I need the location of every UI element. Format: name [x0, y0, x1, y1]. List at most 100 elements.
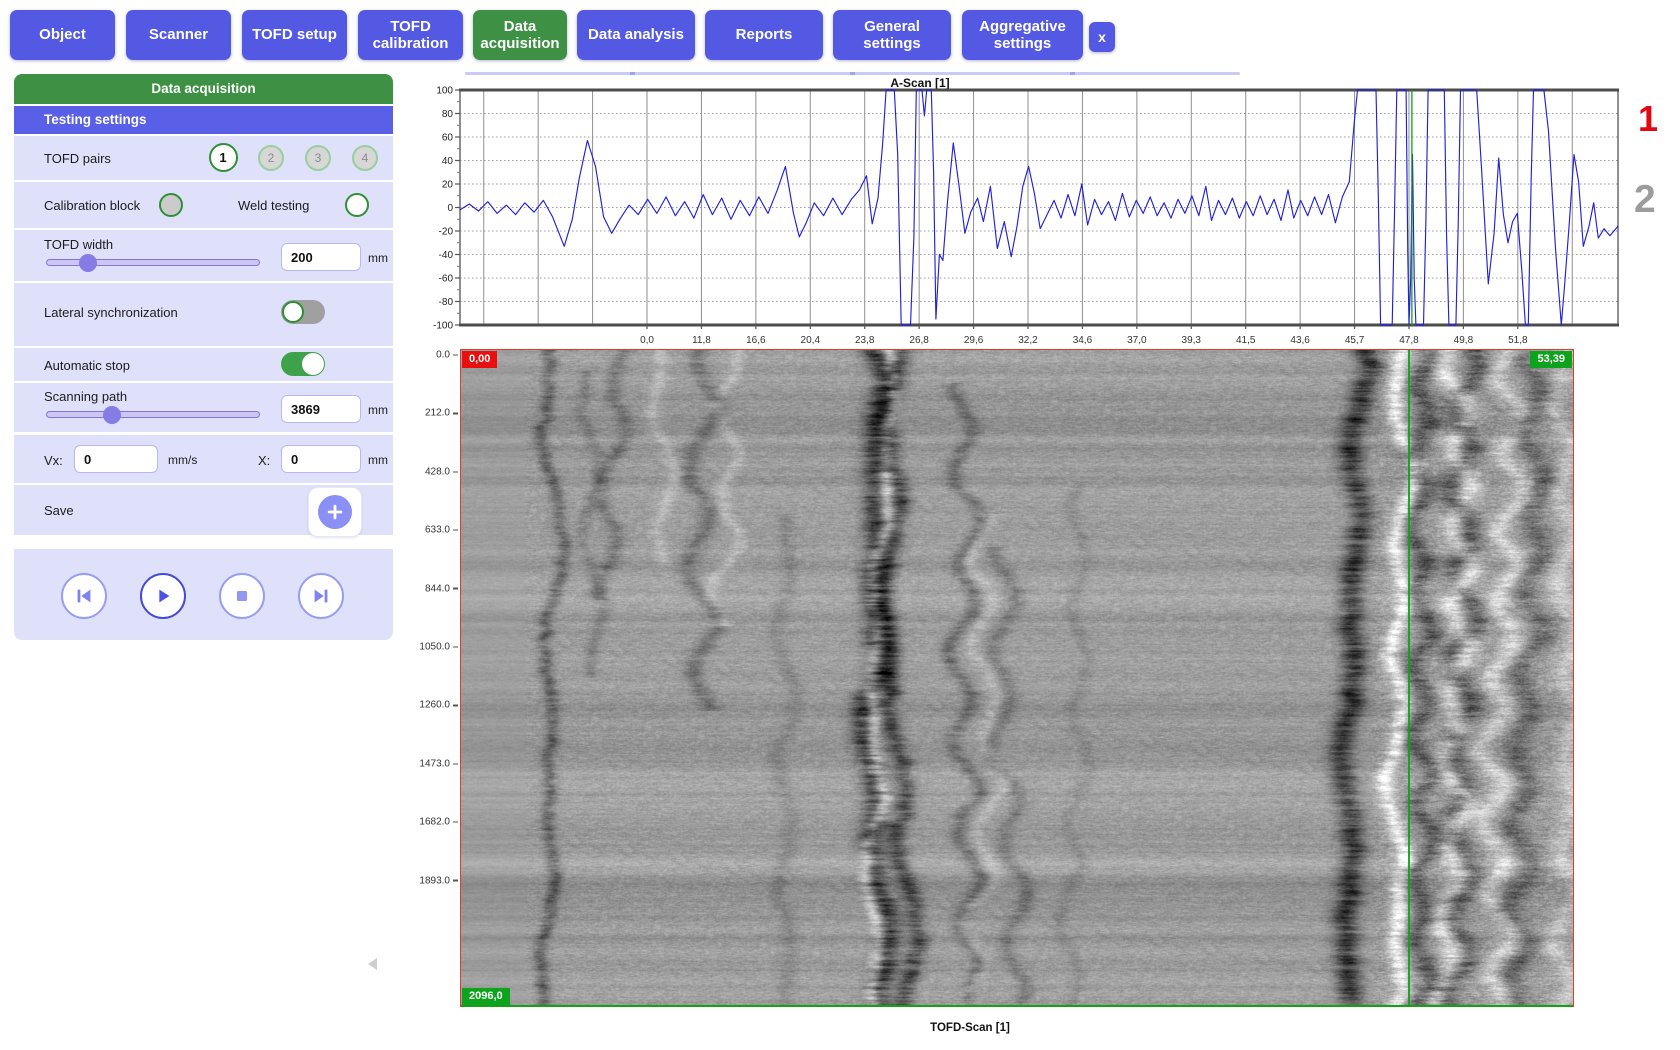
x-label: X: [258, 453, 270, 468]
x-input[interactable] [281, 445, 361, 473]
svg-text:26,8: 26,8 [909, 335, 929, 346]
svg-text:11,8: 11,8 [692, 335, 711, 346]
nav-tab-data-acquisition[interactable]: Data acquisition [473, 10, 567, 60]
svg-text:43,6: 43,6 [1290, 335, 1310, 346]
lateral-sync-label: Lateral synchronization [44, 305, 178, 320]
weld-testing-radio[interactable] [345, 193, 369, 217]
skip-to-start-button[interactable] [61, 573, 107, 619]
weld-testing-label: Weld testing [238, 198, 309, 213]
tofd-pairs-label: TOFD pairs [44, 151, 111, 166]
tofd-scan-image[interactable]: 0,00 53,39 2096,0 [460, 349, 1574, 1007]
svg-text:39,3: 39,3 [1182, 335, 1202, 346]
save-label: Save [44, 503, 74, 518]
scan-cursor-line[interactable] [1408, 350, 1410, 1006]
splitter-dot [630, 72, 635, 75]
add-save-button[interactable] [308, 487, 362, 537]
svg-text:41,5: 41,5 [1236, 335, 1256, 346]
svg-text:60: 60 [442, 133, 454, 144]
plus-icon [318, 495, 352, 529]
tofd-y-tick: 1473.0 [419, 758, 458, 769]
nav-tab-reports[interactable]: Reports [705, 10, 823, 60]
calibration-block-label: Calibration block [44, 198, 140, 213]
svg-text:0: 0 [447, 203, 453, 214]
svg-text:34,6: 34,6 [1073, 335, 1093, 346]
tofd-y-tick: 1260.0 [419, 700, 458, 711]
app-window: ObjectScannerTOFD setupTOFD calibrationD… [0, 0, 1680, 1050]
splitter-dot [1070, 72, 1075, 75]
tofd-y-tick: 0.0 [436, 350, 458, 361]
nav-tab-scanner[interactable]: Scanner [126, 10, 231, 60]
scanning-path-label: Scanning path [44, 389, 127, 404]
scan-origin-badge: 0,00 [462, 351, 497, 368]
skip-to-end-button[interactable] [298, 573, 344, 619]
svg-text:20: 20 [442, 180, 454, 191]
stop-icon [231, 585, 253, 607]
nav-tab-aggregative-settings[interactable]: Aggregative settings [962, 10, 1083, 60]
tofd-pair-2-button[interactable]: 2 [258, 145, 284, 171]
scan-max-x-badge: 53,39 [1530, 351, 1572, 368]
tofd-pairs-selector: 1234 [205, 142, 385, 174]
stop-button[interactable] [219, 573, 265, 619]
tofd-y-tick: 633.0 [425, 525, 458, 536]
tofd-y-tick: 428.0 [425, 466, 458, 477]
svg-text:-80: -80 [439, 297, 454, 308]
scanning-path-unit: mm [368, 403, 388, 417]
automatic-stop-toggle[interactable] [281, 352, 325, 376]
tofd-y-tick: 212.0 [425, 408, 458, 419]
sidebar-section-testing-settings: Testing settings [14, 106, 393, 134]
svg-text:16,6: 16,6 [746, 335, 766, 346]
svg-text:-20: -20 [439, 227, 454, 238]
tofd-y-tick: 1682.0 [419, 817, 458, 828]
close-button[interactable]: x [1089, 22, 1115, 52]
ascan-plot[interactable]: 100806040200-20-40-60-80-1000,011,816,62… [420, 80, 1635, 365]
scan-bottom-border [461, 1005, 1573, 1008]
tofd-scan-y-axis: 0.0212.0428.0633.0844.01050.01260.01473.… [396, 349, 458, 1009]
scroll-corner-arrow [368, 958, 377, 970]
tofd-width-label: TOFD width [44, 237, 113, 252]
svg-text:-60: -60 [439, 274, 454, 285]
vx-label: Vx: [44, 453, 63, 468]
svg-text:-40: -40 [439, 250, 454, 261]
scanning-path-slider[interactable] [46, 411, 260, 418]
calibration-block-radio[interactable] [159, 193, 183, 217]
toggle-knob [282, 301, 304, 323]
tofd-width-unit: mm [368, 251, 388, 265]
play-button[interactable] [140, 573, 186, 619]
nav-tab-general-settings[interactable]: General settings [833, 10, 951, 60]
tofd-y-tick: 1893.0 [419, 875, 458, 886]
pair-marker-2[interactable]: 2 [1634, 178, 1656, 222]
nav-tab-data-analysis[interactable]: Data analysis [577, 10, 695, 60]
skip-forward-icon [310, 585, 332, 607]
scanning-path-slider-thumb[interactable] [103, 406, 121, 424]
lateral-sync-toggle[interactable] [281, 300, 325, 324]
svg-text:47,8: 47,8 [1399, 335, 1419, 346]
nav-tab-tofd-setup[interactable]: TOFD setup [242, 10, 347, 60]
svg-text:40: 40 [442, 156, 454, 167]
skip-back-icon [73, 585, 95, 607]
vx-unit: mm/s [168, 453, 197, 467]
tofd-width-input[interactable] [281, 243, 361, 271]
svg-text:32,2: 32,2 [1018, 335, 1038, 346]
nav-tab-tofd-calibration[interactable]: TOFD calibration [358, 10, 463, 60]
svg-text:20,4: 20,4 [801, 335, 821, 346]
tofd-pair-1-button[interactable]: 1 [209, 143, 238, 172]
tofd-pair-3-button[interactable]: 3 [305, 145, 331, 171]
toggle-knob [302, 353, 324, 375]
sidebar-panel-title: Data acquisition [14, 74, 393, 104]
splitter-dot [850, 72, 855, 75]
tofd-width-slider[interactable] [46, 259, 260, 266]
svg-text:100: 100 [436, 86, 453, 97]
nav-tab-object[interactable]: Object [10, 10, 115, 60]
svg-text:37,0: 37,0 [1127, 335, 1147, 346]
tofd-pair-4-button[interactable]: 4 [352, 145, 378, 171]
play-icon [152, 585, 174, 607]
automatic-stop-label: Automatic stop [44, 358, 130, 373]
tofd-scan-canvas[interactable] [461, 350, 1573, 1006]
vx-input[interactable] [74, 445, 158, 473]
pair-marker-1[interactable]: 1 [1638, 98, 1658, 140]
tofd-y-tick: 1050.0 [419, 642, 458, 653]
scan-max-y-badge: 2096,0 [462, 988, 510, 1005]
tofd-scan-title: TOFD-Scan [1] [400, 1022, 1540, 1034]
svg-text:49,8: 49,8 [1454, 335, 1474, 346]
scanning-path-input[interactable] [281, 395, 361, 423]
